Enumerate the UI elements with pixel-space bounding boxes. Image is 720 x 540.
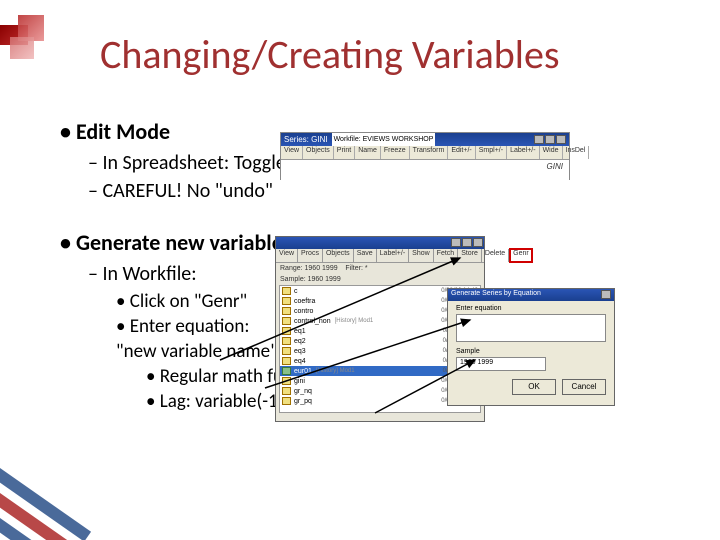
toolbar-objects[interactable]: Objects (303, 146, 334, 159)
wf-objects[interactable]: Objects (323, 249, 354, 262)
toolbar-print[interactable]: Print (334, 146, 355, 159)
wf-save[interactable]: Save (354, 249, 377, 262)
series-icon (282, 327, 291, 335)
workfile-toolbar: View Procs Objects Save Label+/- Show Fe… (276, 249, 484, 263)
maximize-icon[interactable] (545, 135, 555, 144)
bullet-no-undo: CAREFUL! No "undo" (88, 179, 700, 203)
series-icon (282, 397, 291, 405)
toolbar-freeze[interactable]: Freeze (381, 146, 410, 159)
wf-procs[interactable]: Procs (298, 249, 323, 262)
maximize-icon[interactable] (462, 238, 472, 247)
wf-show[interactable]: Show (409, 249, 434, 262)
series-icon (282, 287, 291, 295)
slide-decoration-stripes (0, 420, 100, 540)
dialog-sample-input[interactable]: 1960 1999 (456, 357, 546, 371)
toolbar-wide[interactable]: Wide (540, 146, 563, 159)
series-title: Series: GINI (284, 133, 328, 146)
minimize-icon[interactable] (534, 135, 544, 144)
series-icon (282, 317, 291, 325)
wf-range: Range: 1960 1999 Filter: * (276, 263, 484, 274)
series-icon (282, 347, 291, 355)
workfile-screenshot: View Procs Objects Save Label+/- Show Fe… (275, 236, 615, 426)
toolbar-label[interactable]: Label+/- (507, 146, 540, 159)
slide-title: Changing/Creating Variables (100, 30, 560, 79)
wf-delete[interactable]: Delete (482, 249, 509, 262)
series-workfile-label: Workfile: EVIEWS WORKSHOP (332, 133, 436, 146)
series-icon (282, 337, 291, 345)
wf-label[interactable]: Label+/- (377, 249, 410, 262)
series-icon (282, 387, 291, 395)
series-window-screenshot: Series: GINI Workfile: EVIEWS WORKSHOP V… (280, 132, 570, 180)
dialog-eq-input[interactable] (456, 314, 606, 342)
wf-genr-button[interactable]: Genr (509, 248, 533, 263)
dialog-sample-label: Sample (448, 342, 614, 357)
wf-view[interactable]: View (276, 249, 298, 262)
toolbar-name[interactable]: Name (355, 146, 381, 159)
wf-sample: Sample: 1960 1999 (276, 274, 484, 285)
series-titlebar: Series: GINI Workfile: EVIEWS WORKSHOP (281, 133, 569, 146)
series-icon (282, 357, 291, 365)
wf-fetch[interactable]: Fetch (434, 249, 459, 262)
dialog-cancel-button[interactable]: Cancel (562, 379, 606, 395)
toolbar-smpl[interactable]: Smpl+/- (476, 146, 507, 159)
minimize-icon[interactable] (451, 238, 461, 247)
series-icon (282, 377, 291, 385)
toolbar-insdel[interactable]: InsDel (563, 146, 590, 159)
dialog-ok-button[interactable]: OK (512, 379, 556, 395)
series-toolbar: View Objects Print Name Freeze Transform… (281, 146, 569, 160)
toolbar-view[interactable]: View (281, 146, 303, 159)
close-icon[interactable] (473, 238, 483, 247)
dialog-title: Generate Series by Equation (451, 290, 541, 300)
wf-store[interactable]: Store (458, 249, 482, 262)
toolbar-edit-toggle[interactable]: Edit+/- (448, 146, 475, 159)
close-icon[interactable] (601, 290, 611, 299)
series-icon (282, 307, 291, 315)
slide-decoration (0, 15, 60, 75)
dialog-eq-label: Enter equation (448, 301, 614, 314)
series-icon (282, 367, 291, 375)
series-icon (282, 297, 291, 305)
toolbar-transform[interactable]: Transform (410, 146, 449, 159)
generate-series-dialog: Generate Series by Equation Enter equati… (447, 288, 615, 406)
close-icon[interactable] (556, 135, 566, 144)
series-data-header: GINI (281, 160, 569, 180)
